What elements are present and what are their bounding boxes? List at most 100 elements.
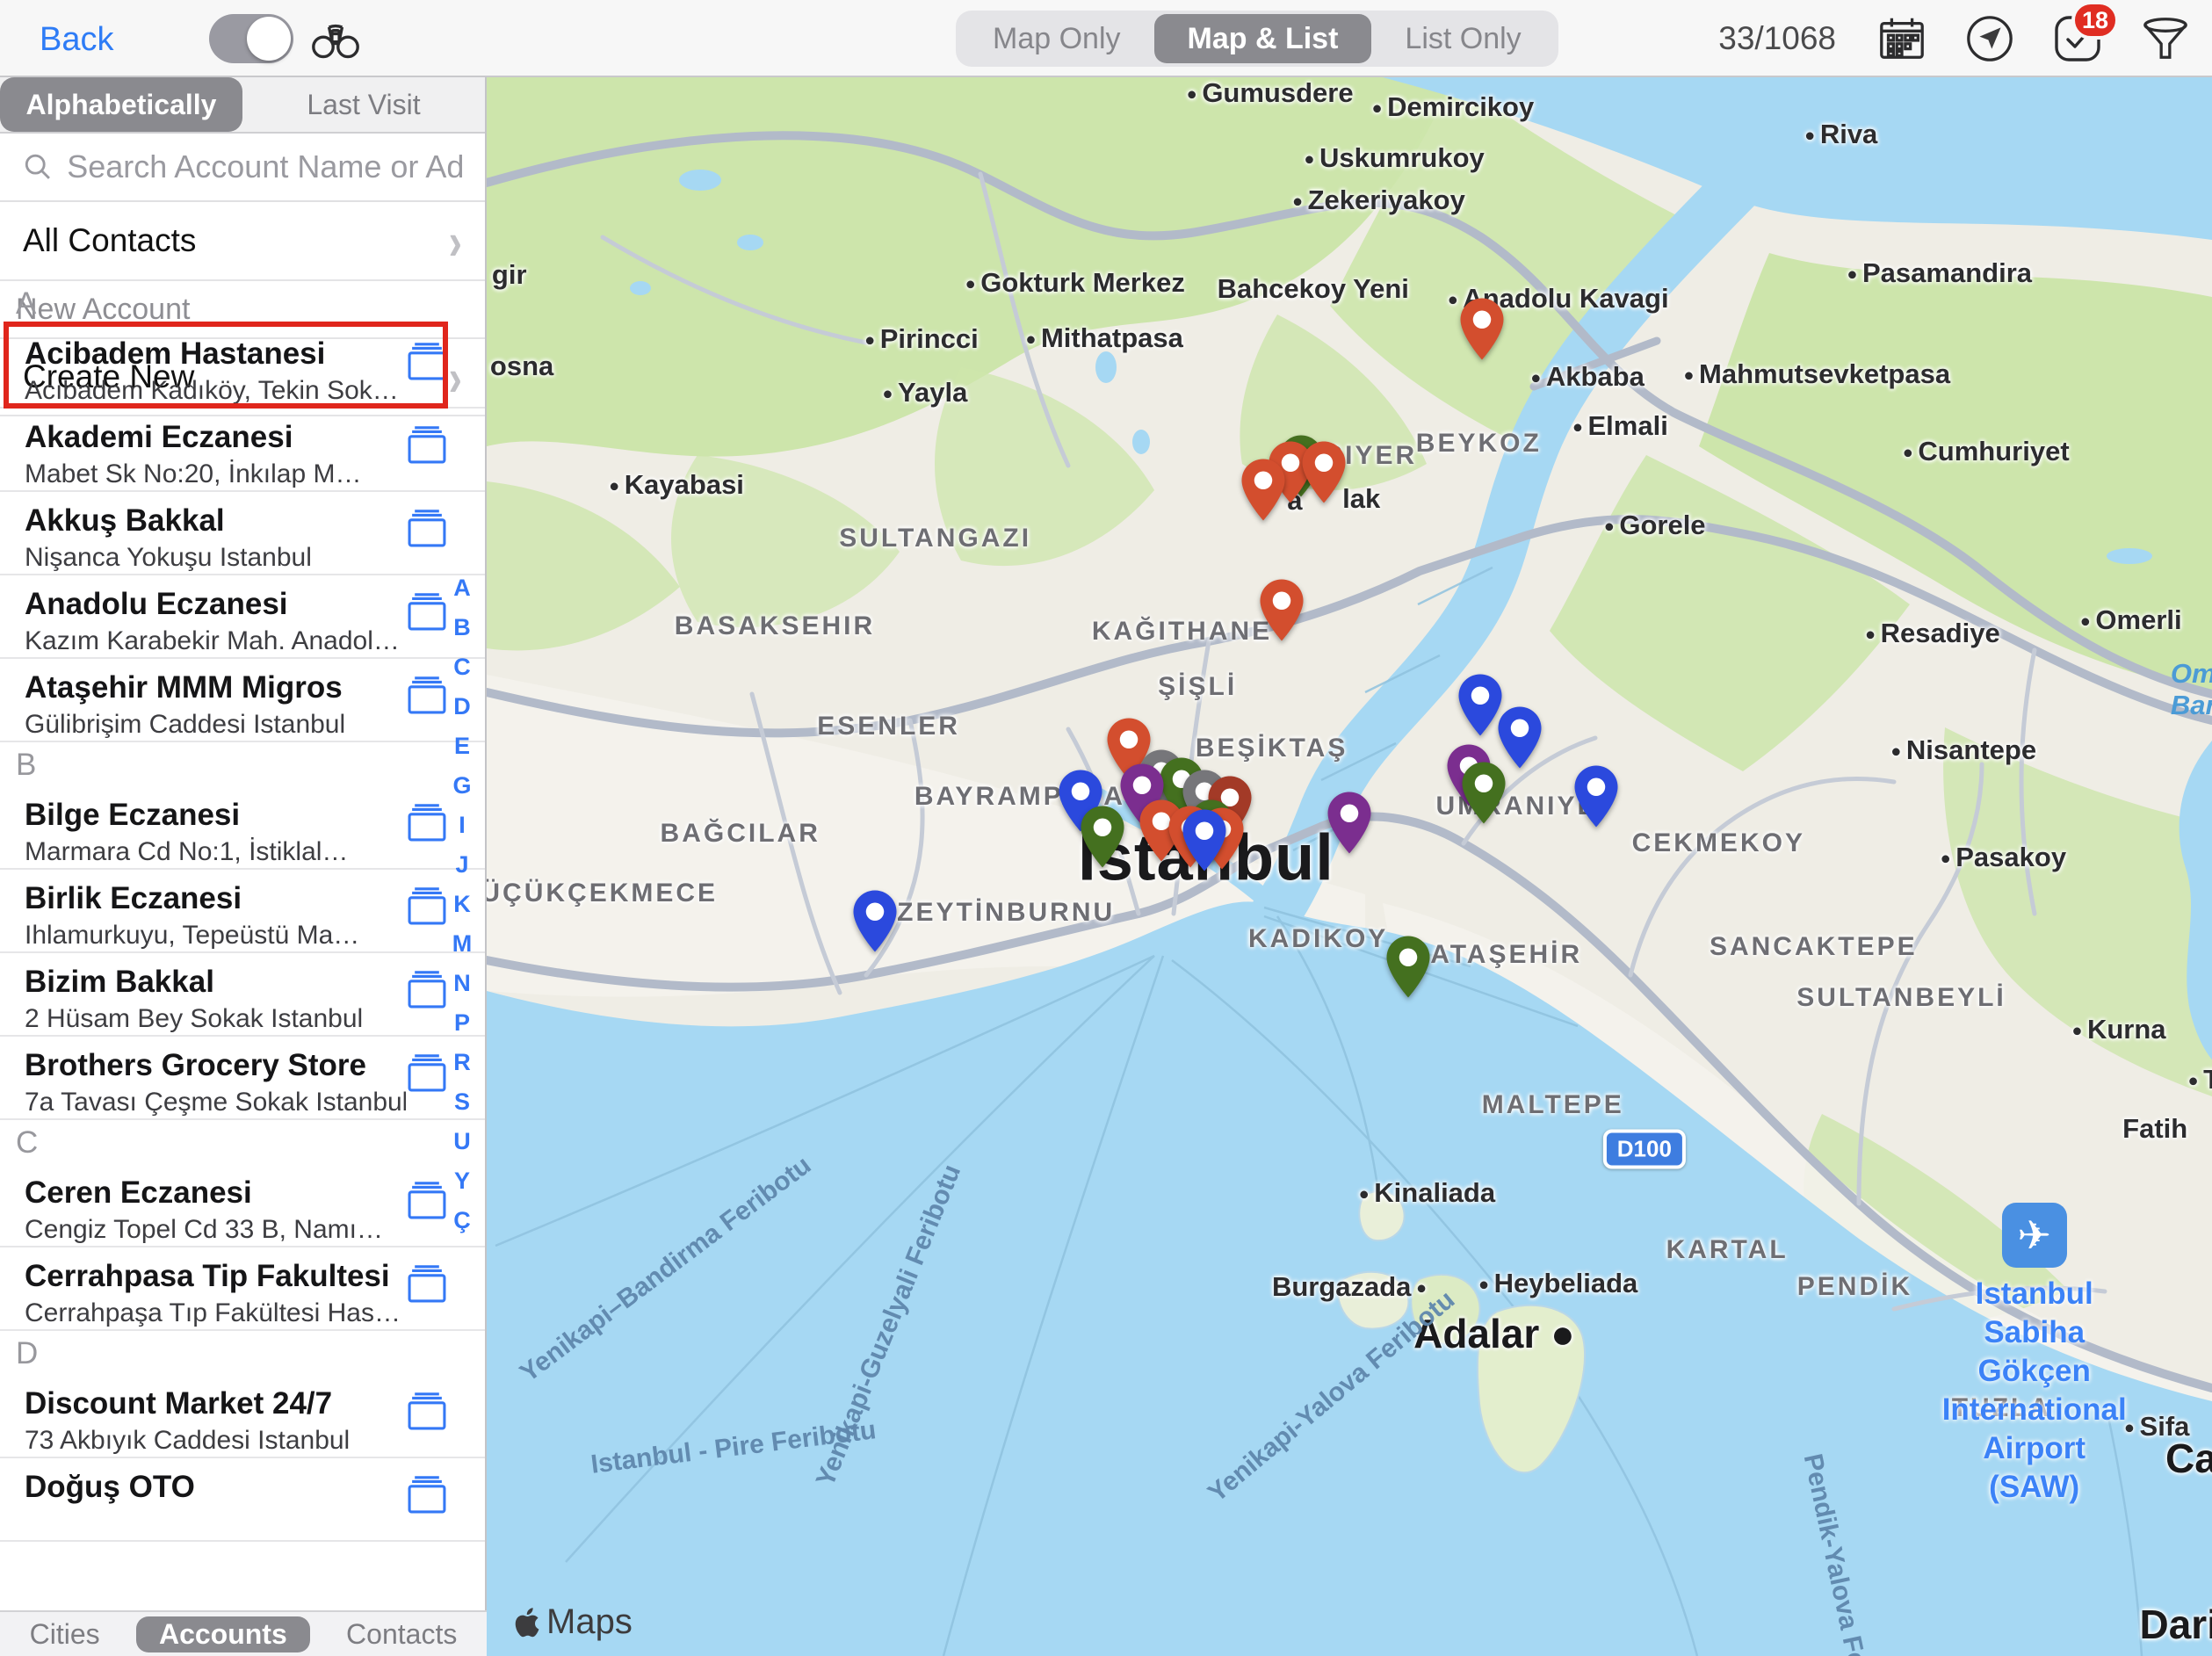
bottom-tab-accounts[interactable]: Accounts (136, 1616, 310, 1652)
segment-list-only[interactable]: List Only (1371, 14, 1554, 63)
index-letter-s[interactable]: S (454, 1088, 470, 1116)
town-label-burgazada: Burgazada ● (1272, 1271, 1427, 1303)
map-pin-green[interactable] (1075, 804, 1130, 874)
tab-alphabetically[interactable]: Alphabetically (0, 77, 242, 132)
map-pin-blue[interactable] (1177, 807, 1232, 878)
account-cards-icon[interactable] (402, 1263, 452, 1308)
map-pin-green[interactable] (1457, 760, 1511, 830)
account-row-discount-market-24-7[interactable]: Discount Market 24/773 Akbıyık Caddesi I… (0, 1375, 485, 1458)
district-label-kartal: KARTAL (1666, 1235, 1789, 1265)
index-letter-k[interactable]: K (453, 890, 471, 918)
account-row-anadolu-eczanesi[interactable]: Anadolu EczanesiKazım Karabekir Mah. Ana… (0, 575, 485, 659)
notification-badge: 18 (2071, 1, 2119, 40)
index-letter-d[interactable]: D (453, 692, 471, 720)
town-label-gir: gir (492, 259, 527, 291)
map-pin-purple[interactable] (1322, 790, 1377, 860)
district-label-maltepe: MALTEPE (1482, 1090, 1624, 1120)
town-label-nisantepe: ● Nisantepe (1890, 734, 2036, 766)
index-letter-[interactable]: Ç (453, 1206, 471, 1234)
all-contacts-row[interactable]: All Contacts › (0, 202, 485, 281)
bottom-tab-bar: Cities Accounts Contacts (0, 1610, 487, 1656)
account-cards-icon[interactable] (402, 1180, 452, 1225)
map-pin-red[interactable] (1297, 439, 1351, 510)
account-row-bizim-bakkal[interactable]: Bizim Bakkal2 Hüsam Bey Sokak Istanbul (0, 953, 485, 1037)
district-label-ba-cilar: BAĞCILAR (661, 819, 820, 849)
index-letter-y[interactable]: Y (454, 1167, 470, 1195)
sort-tabs: AlphabeticallyLast Visit (0, 77, 485, 134)
map-pin-blue[interactable] (1569, 763, 1623, 834)
town-label-gorele: ● Gorele (1604, 510, 1706, 541)
account-row-akademi-eczanesi[interactable]: Akademi EczanesiMabet Sk No:20, İnkılap … (0, 409, 485, 492)
account-cards-icon[interactable] (402, 802, 452, 847)
index-letter-n[interactable]: N (453, 969, 471, 997)
town-label-heybeliada: ● Heybeliada (1478, 1268, 1637, 1299)
chevron-right-icon: › (449, 210, 462, 271)
segment-map-list[interactable]: Map & List (1154, 14, 1372, 63)
index-letter-a[interactable]: A (453, 574, 471, 602)
town-label-mahmutsevketpasa: ● Mahmutsevketpasa (1683, 358, 1950, 390)
locate-icon[interactable] (1963, 11, 2017, 66)
town-label-bahcekoy-yeni: Bahcekoy Yeni (1218, 273, 1409, 305)
index-letter-p[interactable]: P (454, 1009, 470, 1037)
account-row-ceren-eczanesi[interactable]: Ceren EczanesiCengiz Topel Cd 33 B, Namı… (0, 1164, 485, 1247)
town-label-uskumrukoy: ● Uskumrukoy (1304, 142, 1484, 174)
account-cards-icon[interactable] (402, 424, 452, 469)
back-button[interactable]: Back (40, 21, 113, 59)
account-row-cerrahpasa-tip-fakultesi[interactable]: Cerrahpasa Tip FakultesiCerrahpaşa Tıp F… (0, 1247, 485, 1331)
water-label-omer-baraj: OmerBaraj (2171, 658, 2212, 721)
account-cards-icon[interactable] (402, 1052, 452, 1097)
index-letter-g[interactable]: G (452, 771, 471, 799)
map-pin-red[interactable] (1455, 296, 1509, 366)
bottom-tab-cities[interactable]: Cities (7, 1616, 123, 1652)
map-pin-red[interactable] (1236, 457, 1290, 527)
account-cards-icon[interactable] (402, 1391, 452, 1435)
map-pin-blue[interactable] (848, 888, 902, 958)
account-address: Mabet Sk No:20, İnkılap M… (25, 458, 406, 491)
town-label-cumhuriyet: ● Cumhuriyet (1903, 436, 2070, 467)
account-row-akku-bakkal[interactable]: Akkuş BakkalNişanca Yokuşu Istanbul (0, 492, 485, 575)
accounts-sidebar: AlphabeticallyLast Visit All Contacts › … (0, 77, 487, 1656)
account-address: Ihlamurkuyu, Tepeüstü Ma… (25, 919, 406, 952)
account-row-brothers-grocery-store[interactable]: Brothers Grocery Store7a Tavası Çeşme So… (0, 1037, 485, 1120)
account-cards-icon[interactable] (402, 886, 452, 930)
results-counter: 33/1068 (1718, 20, 1836, 57)
index-letter-r[interactable]: R (453, 1048, 471, 1076)
map-canvas[interactable]: IstanbulSARIYERBEYKOZSULTANGAZIBASAKSEHI… (487, 77, 2212, 1656)
town-label-pirincci: ● Pirincci (864, 323, 979, 355)
filter-icon[interactable] (2138, 11, 2193, 66)
account-cards-icon[interactable] (402, 1474, 452, 1519)
account-cards-icon[interactable] (402, 341, 452, 386)
airport-label: ✈IstanbulSabiha GökçenInternationalAirpo… (1942, 1203, 2127, 1507)
account-row-ata-ehir-mmm-migros[interactable]: Ataşehir MMM MigrosGülibrişim Caddesi Is… (0, 659, 485, 742)
search-input[interactable] (67, 148, 462, 185)
account-cards-icon[interactable] (402, 675, 452, 720)
account-cards-icon[interactable] (402, 508, 452, 553)
index-letter-i[interactable]: I (459, 811, 466, 839)
account-name: Doğuş OTO (25, 1467, 406, 1508)
account-row-do-u-oto[interactable]: Doğuş OTO (0, 1458, 485, 1542)
map-pin-red[interactable] (1254, 577, 1309, 647)
account-row-acibadem-hastanesi[interactable]: Acibadem HastanesiAcıbadem Kadıköy, Teki… (0, 325, 485, 409)
all-contacts-label: All Contacts (23, 222, 196, 259)
town-label-gokturk-merkez: ● Gokturk Merkez (965, 267, 1185, 299)
toolbar-right-group: 33/1068 18 (1718, 0, 2193, 77)
tab-last-visit[interactable]: Last Visit (242, 77, 485, 132)
check-approve-icon[interactable]: 18 (2050, 11, 2105, 66)
segment-map-only[interactable]: Map Only (959, 14, 1154, 63)
index-letter-b[interactable]: B (453, 613, 471, 641)
index-letter-j[interactable]: J (455, 850, 468, 879)
map-list-toggle[interactable] (209, 14, 293, 63)
account-cards-icon[interactable] (402, 591, 452, 636)
index-letter-m[interactable]: M (452, 929, 473, 958)
bottom-tab-contacts[interactable]: Contacts (323, 1616, 480, 1652)
account-row-bilge-eczanesi[interactable]: Bilge EczanesiMarmara Cd No:1, İstiklal… (0, 786, 485, 870)
account-row-birlik-eczanesi[interactable]: Birlik EczanesiIhlamurkuyu, Tepeüstü Ma… (0, 870, 485, 953)
index-letter-e[interactable]: E (454, 732, 470, 760)
airport-label-line: Airport (SAW) (1942, 1429, 2127, 1507)
binoculars-icon[interactable] (309, 14, 362, 68)
calendar-icon[interactable] (1875, 11, 1929, 66)
index-letter-c[interactable]: C (453, 653, 471, 681)
map-pin-green[interactable] (1381, 934, 1435, 1004)
index-letter-u[interactable]: U (453, 1127, 471, 1155)
account-cards-icon[interactable] (402, 969, 452, 1014)
